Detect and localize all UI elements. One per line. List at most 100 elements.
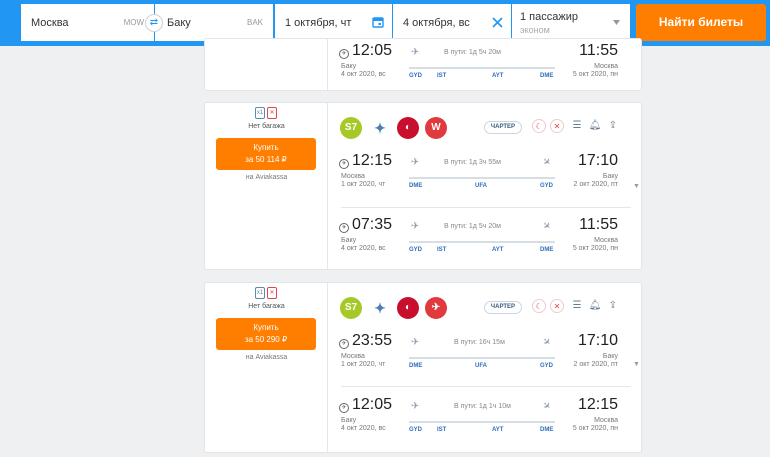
seller-label: на Aviakassa (245, 354, 288, 361)
stop-code: DME (409, 183, 423, 189)
buy-price: за 50 114 ₽ (245, 155, 287, 164)
baggage-label: Нет багажа (248, 303, 285, 310)
share-icon[interactable]: ⇪ (606, 119, 620, 133)
turkish-airlines-logo: ◐ (397, 297, 419, 319)
star-airline-logo: ✦ (369, 297, 391, 319)
passengers-count: 1 пассажир (520, 11, 578, 23)
arrival-date: 5 окт 2020, пн (572, 425, 618, 432)
search-button[interactable]: Найти билеты (636, 4, 766, 41)
buy-button[interactable]: Купить за 50 290 ₽ (216, 318, 316, 350)
clear-icon[interactable] (492, 17, 503, 28)
buy-label: Купить (253, 323, 279, 332)
route-line (409, 67, 555, 69)
plane-takeoff-icon: ✈ (411, 337, 420, 348)
departure-city: Баку (341, 63, 357, 70)
cabin-class: эконом (520, 25, 550, 35)
dropdown-icon (613, 20, 620, 25)
ticket-card: x1 ✕ Нет багажа Купить за 50 114 ₽ на Av… (204, 102, 642, 270)
arrival-time: 17:10 (577, 332, 618, 349)
stop-code: IST (437, 73, 447, 79)
ticket-left-column (205, 39, 328, 90)
arrival-city: Москва (594, 237, 618, 244)
route-line (409, 421, 555, 423)
stop-code: DME (540, 247, 554, 253)
passengers-field[interactable]: 1 пассажир эконом (512, 4, 630, 41)
flight-duration: В пути: 16ч 15м (454, 339, 505, 346)
flight-segment-return: ✈ 12:05 11:55 Баку 4 окт 2020, вс Москва… (329, 39, 641, 90)
stop-code: GYD (540, 363, 554, 369)
pin-icon[interactable]: ✈ (339, 159, 349, 169)
departure-date: 4 окт 2020, вс (341, 245, 386, 252)
route-line (409, 357, 555, 359)
destination-code: BAK (246, 18, 263, 27)
departure-date: 1 окт 2020, чт (341, 181, 386, 188)
departure-city: Баку (341, 417, 357, 424)
bell-icon[interactable]: 🔔︎ (588, 299, 602, 313)
filter-icon[interactable]: ☰ (570, 299, 584, 313)
night-flight-icon: ☾ (532, 119, 546, 133)
night-flight-icon: ☾ (532, 299, 546, 313)
stop-code: GYD (540, 183, 554, 189)
pin-icon[interactable]: ✈ (339, 403, 349, 413)
arrival-city: Баку (602, 173, 618, 180)
departure-time: 12:15 (352, 152, 393, 169)
plane-takeoff-icon: ✈ (411, 157, 420, 168)
turkish-airlines-logo: ◐ (397, 117, 419, 139)
flight-segment-return: ✈ 12:05 12:15 Баку 4 окт 2020, вс Москва… (329, 393, 643, 451)
arrival-date: 5 окт 2020, пн (572, 245, 618, 252)
ticket-left-column: x1 ✕ Нет багажа Купить за 50 114 ₽ на Av… (205, 103, 328, 269)
pin-icon[interactable]: ✈ (339, 223, 349, 233)
expand-chevron-icon[interactable]: ▼ (633, 183, 641, 190)
buy-button[interactable]: Купить за 50 114 ₽ (216, 138, 316, 170)
ticket-card: x1 ✕ Нет багажа Купить за 50 290 ₽ на Av… (204, 282, 642, 453)
charter-badge: ЧАРТЕР (484, 121, 522, 134)
departure-date: 4 окт 2020, вс (341, 425, 386, 432)
destination-field[interactable]: Баку BAK (155, 4, 273, 41)
stop-code: DME (409, 363, 423, 369)
no-baggage-icon: ✕ (267, 107, 277, 119)
flight-duration: В пути: 1д 3ч 55м (444, 159, 501, 166)
hand-luggage-icon: x1 (255, 107, 265, 119)
stop-code: GYD (409, 427, 423, 433)
origin-field[interactable]: Москва MOW (21, 4, 154, 41)
plane-takeoff-icon: ✈ (411, 401, 420, 412)
arrival-time: 11:55 (579, 42, 618, 59)
segment-divider (341, 207, 631, 208)
stop-code: DME (540, 427, 554, 433)
departure-time: 12:05 (352, 42, 393, 59)
arrival-time: 12:15 (577, 396, 618, 413)
stop-code: UFA (475, 183, 487, 189)
departure-time: 12:05 (352, 396, 393, 413)
stop-code: AYT (492, 247, 504, 253)
departure-city: Баку (341, 237, 357, 244)
arrival-time: 11:55 (579, 216, 618, 233)
baggage-label: Нет багажа (248, 123, 285, 130)
route-line (409, 241, 555, 243)
plane-landing-icon: ✈ (539, 155, 554, 170)
calendar-icon[interactable] (372, 16, 384, 28)
arrival-date: 2 окт 2020, пт (573, 181, 618, 188)
share-icon[interactable]: ⇪ (606, 299, 620, 313)
swap-icon[interactable]: ⇄ (145, 14, 163, 32)
depart-date-field[interactable]: 1 октября, чт (275, 4, 392, 41)
departure-city: Москва (341, 173, 365, 180)
bell-icon[interactable]: 🔔︎ (588, 119, 602, 133)
flight-segment-outbound: ✈ 23:55 17:10 Москва 1 окт 2020, чт Баку… (329, 329, 643, 387)
arrival-city: Баку (602, 353, 618, 360)
pin-icon[interactable]: ✈ (339, 49, 349, 59)
plane-takeoff-icon: ✈ (411, 221, 420, 232)
origin-city: Москва (31, 17, 69, 29)
expand-chevron-icon[interactable]: ▼ (633, 361, 641, 368)
s7-airline-logo: S7 (340, 297, 362, 319)
return-date-field[interactable]: 4 октября, вс (393, 4, 511, 41)
seller-label: на Aviakassa (245, 174, 288, 181)
hand-luggage-icon: x1 (255, 287, 265, 299)
departure-city: Москва (341, 353, 365, 360)
ticket-card-partial: ✈ 12:05 11:55 Баку 4 окт 2020, вс Москва… (204, 38, 642, 91)
stop-code: GYD (409, 247, 423, 253)
stop-code: AYT (492, 427, 504, 433)
filter-icon[interactable]: ☰ (570, 119, 584, 133)
arrival-date: 2 окт 2020, пт (573, 361, 618, 368)
ticket-left-column: x1 ✕ Нет багажа Купить за 50 290 ₽ на Av… (205, 283, 328, 452)
pin-icon[interactable]: ✈ (339, 339, 349, 349)
